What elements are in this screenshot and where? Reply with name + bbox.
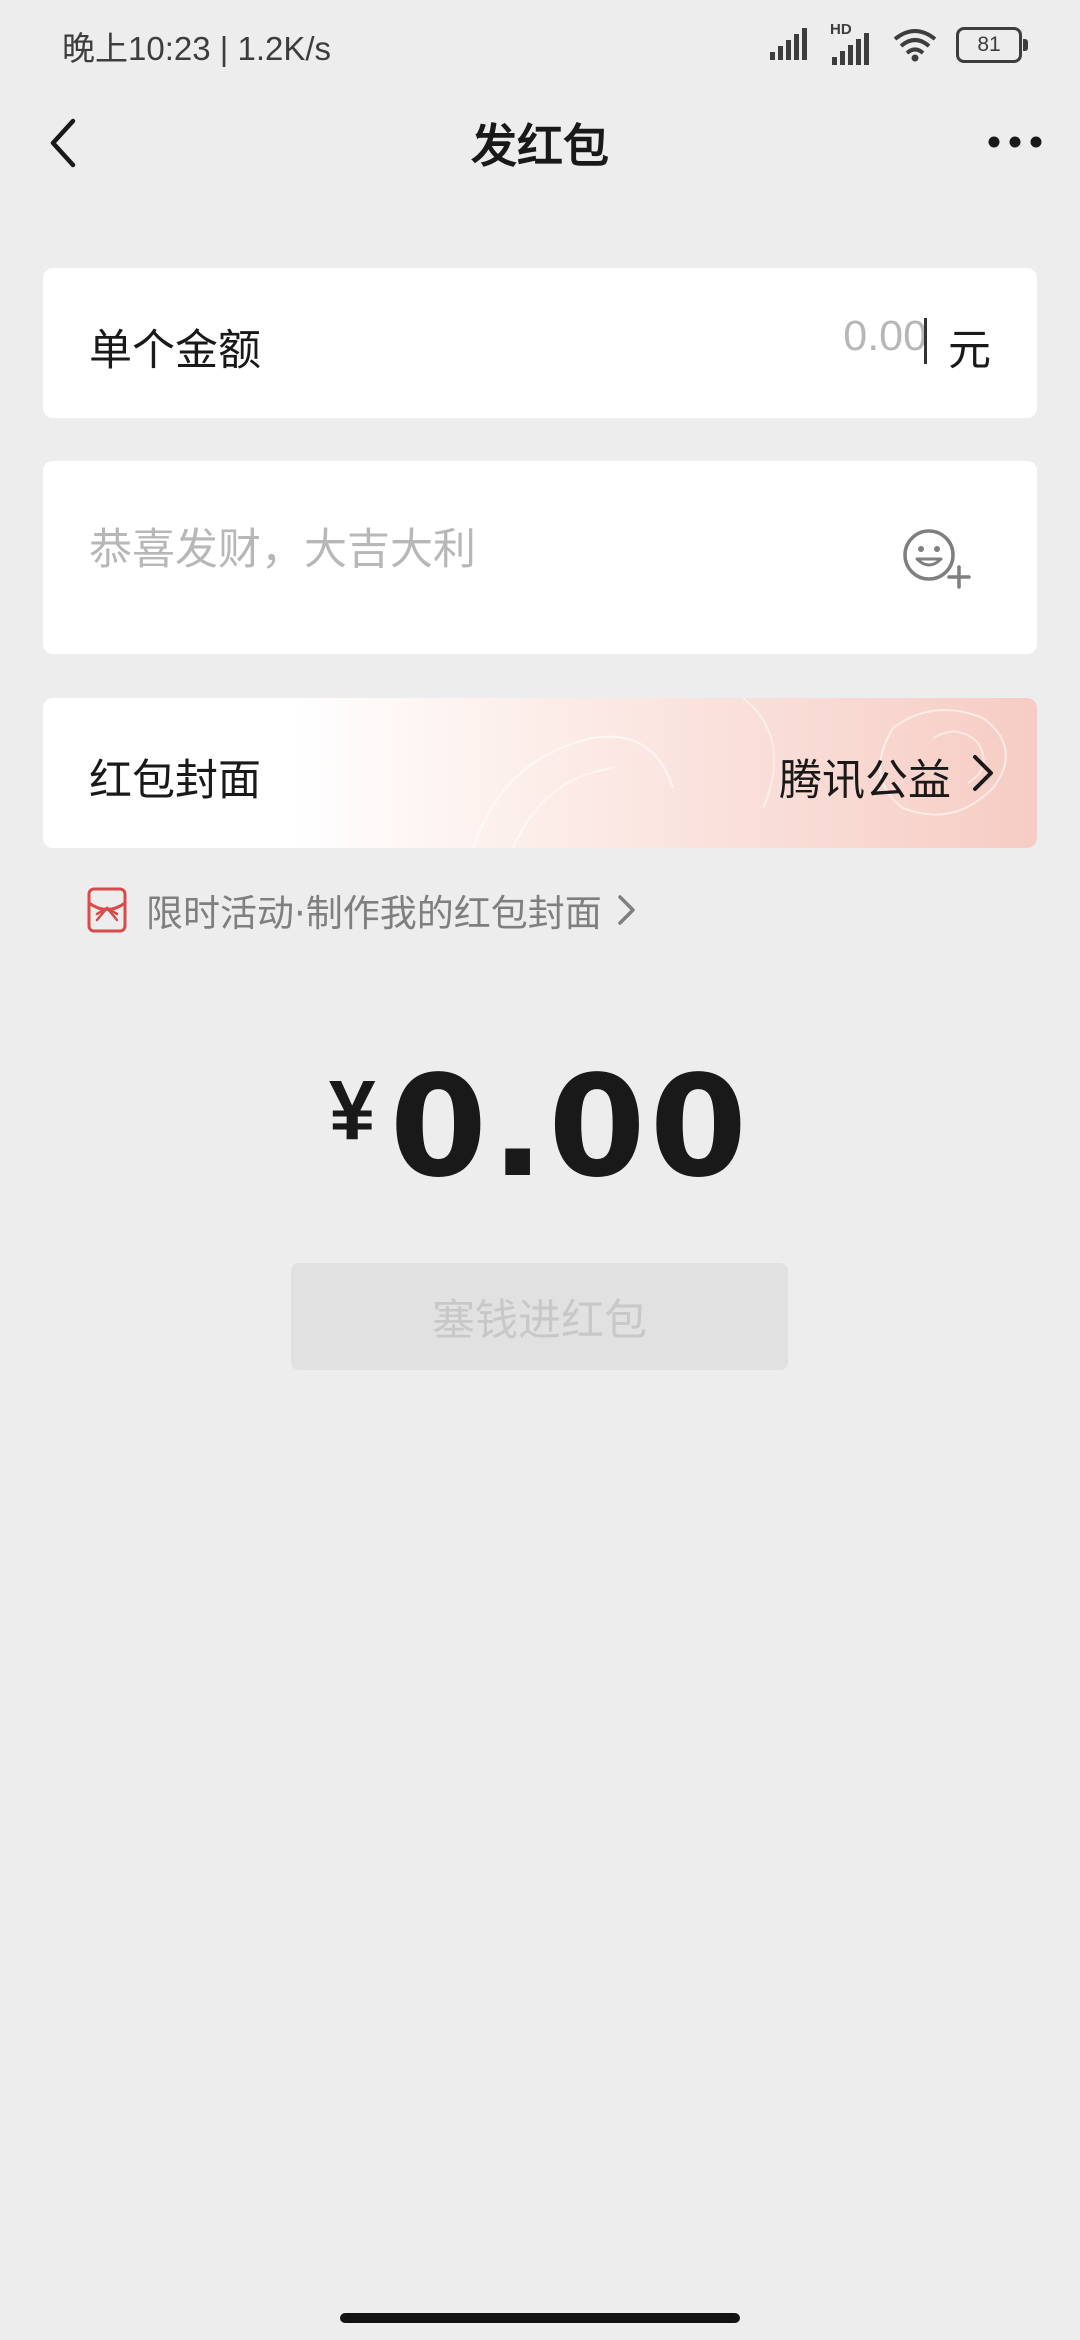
total-amount: ¥0.00 [0,1046,1080,1209]
promo-link[interactable]: 限时活动·制作我的红包封面 [86,880,638,940]
emoji-add-icon[interactable] [901,527,973,589]
greeting-input[interactable] [89,525,869,575]
hd-signal-icon [832,33,869,65]
more-button[interactable] [980,112,1050,172]
cover-card[interactable]: 红包封面 腾讯公益 [43,698,1037,848]
nav-bar: 发红包 [0,90,1080,190]
wifi-icon [893,29,937,62]
page-title: 发红包 [471,119,609,173]
status-time-speed: 晚上10:23 | 1.2K/s [62,30,332,67]
red-envelope-icon [87,887,127,933]
chevron-right-icon [973,755,993,791]
cover-label: 红包封面 [89,756,261,806]
promo-text: 限时活动·制作我的红包封面 [146,892,602,935]
hd-signal: HD [830,21,874,65]
battery-level: 81 [977,33,1001,56]
text-cursor [924,318,927,364]
amount-card: 单个金额 元 [43,268,1037,418]
signal-icon [770,28,807,60]
currency-symbol: ¥ [328,1063,376,1157]
amount-input[interactable] [627,312,927,361]
battery-icon: 81 [956,27,1028,63]
home-indicator[interactable] [340,2313,740,2323]
greeting-card [43,461,1037,654]
total-value: 0.00 [389,1046,752,1209]
more-icon [988,136,1042,148]
status-icons: HD 81 [768,20,1028,70]
cover-value: 腾讯公益 [779,756,951,806]
chevron-right-icon [618,895,635,925]
amount-unit: 元 [948,326,991,376]
submit-button[interactable]: 塞钱进红包 [291,1263,788,1370]
amount-label: 单个金额 [89,326,261,376]
status-bar: 晚上10:23 | 1.2K/s HD 81 [0,0,1080,90]
